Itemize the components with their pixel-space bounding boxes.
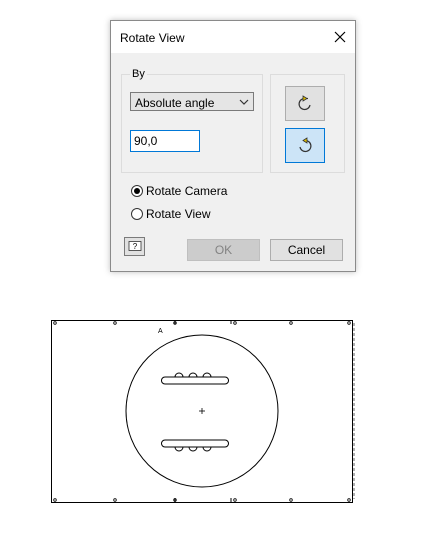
radio-rotate-view-label: Rotate View <box>146 207 211 221</box>
help-icon: ? <box>128 240 141 251</box>
mode-select[interactable]: Absolute angle <box>130 92 254 111</box>
dialog-title: Rotate View <box>120 31 185 45</box>
rotate-cw-button[interactable] <box>285 128 325 163</box>
radio-rotate-view[interactable]: Rotate View <box>131 207 210 221</box>
by-group-label: By <box>130 68 147 80</box>
close-icon <box>334 31 346 43</box>
angle-input[interactable] <box>130 130 200 152</box>
slot-lower <box>161 439 229 452</box>
cancel-button[interactable]: Cancel <box>270 239 343 261</box>
svg-text:?: ? <box>132 242 137 251</box>
title-bar: Rotate View <box>111 21 355 53</box>
ok-button[interactable]: OK <box>187 239 260 261</box>
radio-rotate-camera-label: Rotate Camera <box>146 184 228 198</box>
border-marks <box>174 320 232 503</box>
rotate-ccw-icon <box>298 94 311 110</box>
close-button[interactable] <box>325 21 355 53</box>
radio-rotate-camera[interactable]: Rotate Camera <box>131 184 227 198</box>
rotate-cw-icon <box>299 136 312 152</box>
mode-select-value: Absolute angle <box>135 96 215 110</box>
drawing-sheet: A <box>51 320 355 503</box>
rotate-view-dialog: Rotate View By Absolute angle 90,0 Rotat… <box>110 20 356 272</box>
chevron-down-icon <box>239 99 249 105</box>
slot-upper <box>161 372 229 385</box>
radio-rotate-camera-indicator[interactable] <box>131 185 143 197</box>
rotate-ccw-button[interactable] <box>285 86 325 121</box>
by-group: By Absolute angle <box>121 68 263 173</box>
center-mark <box>199 408 205 414</box>
rotate-direction-panel <box>270 74 345 173</box>
help-button[interactable]: ? <box>124 237 145 256</box>
radio-rotate-view-indicator[interactable] <box>131 208 143 220</box>
view-label: A <box>158 328 163 335</box>
